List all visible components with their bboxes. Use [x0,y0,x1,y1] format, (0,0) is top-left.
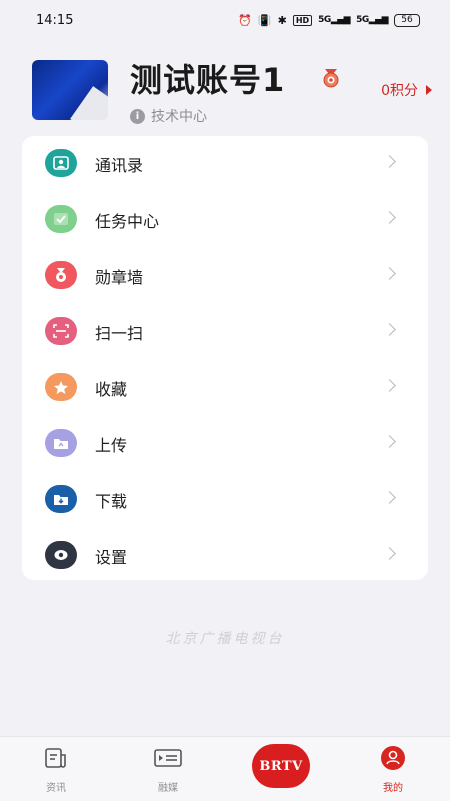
nav-item-mine[interactable]: 我的 [363,745,423,794]
menu-label: 扫一扫 [95,324,144,343]
info-icon: i [130,108,145,124]
bluetooth-icon: ✱ [277,13,287,27]
battery-indicator: 56 [394,13,420,27]
scan-icon [45,317,77,345]
menu-item-upload[interactable]: 上传 [22,416,428,472]
menu-label: 上传 [95,436,128,455]
chevron-right-icon [383,155,396,168]
menu-label: 通讯录 [95,156,144,175]
brand-watermark: 北京广播电视台 [165,631,285,647]
nav-label: 我的 [383,783,403,794]
department: i 技术中心 [130,106,207,126]
chevron-right-icon [383,547,396,560]
chevron-right-icon [383,323,396,336]
avatar[interactable] [32,60,108,120]
upload-icon [45,429,77,457]
department-label: 技术中心 [151,109,207,125]
star-icon [45,373,77,401]
menu-item-task-center[interactable]: 任务中心 [22,192,428,248]
points-value: 0积分 [381,83,418,99]
menu-label: 设置 [95,548,128,567]
profile-header: 测试账号1 0积分 i 技术中心 [32,60,432,130]
status-icons: ⏰ 📳 ✱ HD 5G▂▄▆ 5G▂▄▆ 56 [238,13,420,27]
nav-label: 融媒 [158,783,178,794]
status-time: 14:15 [36,12,74,28]
nav-label: 资讯 [46,783,66,794]
menu-label: 收藏 [95,380,128,399]
bottom-nav: 资讯 融媒 BRTV 我的 [0,736,450,801]
user-name: 测试账号1 [130,61,286,99]
menu-item-scan[interactable]: 扫一扫 [22,304,428,360]
status-bar: 14:15 ⏰ 📳 ✱ HD 5G▂▄▆ 5G▂▄▆ 56 [0,0,450,40]
menu-item-medal-wall[interactable]: 勋章墙 [22,248,428,304]
chevron-right-icon [383,211,396,224]
nav-item-media[interactable]: 融媒 [138,745,198,794]
media-icon [138,745,198,771]
nav-item-news[interactable]: 资讯 [26,745,86,794]
menu-label: 下载 [95,492,128,511]
chevron-right-icon [383,435,396,448]
brtv-logo-button[interactable]: BRTV [252,744,310,788]
menu-item-favorites[interactable]: 收藏 [22,360,428,416]
task-icon [45,205,77,233]
profile-icon [363,745,423,771]
caret-right-icon [426,85,432,95]
download-icon [45,485,77,513]
menu-item-contacts[interactable]: 通讯录 [22,136,428,192]
contacts-icon [45,149,77,177]
menu-label: 勋章墙 [95,268,144,287]
points-link[interactable]: 0积分 [381,80,432,100]
alarm-icon: ⏰ [238,13,252,27]
signal-1: 5G▂▄▆ [318,15,351,25]
vibrate-icon: 📳 [257,13,272,27]
news-icon [26,745,86,771]
chevron-right-icon [383,379,396,392]
menu-label: 任务中心 [95,212,160,231]
medal-icon [45,261,77,289]
chevron-right-icon [383,491,396,504]
menu-item-download[interactable]: 下载 [22,472,428,528]
chevron-right-icon [383,267,396,280]
signal-2: 5G▂▄▆ [356,15,388,25]
hd-badge: HD [292,14,313,26]
medal-badge-icon [323,69,339,88]
menu-card: 通讯录 任务中心 勋章墙 扫一扫 收藏 上传 下载 设置 [22,136,428,580]
menu-item-settings[interactable]: 设置 [22,528,428,584]
settings-icon [45,541,77,569]
